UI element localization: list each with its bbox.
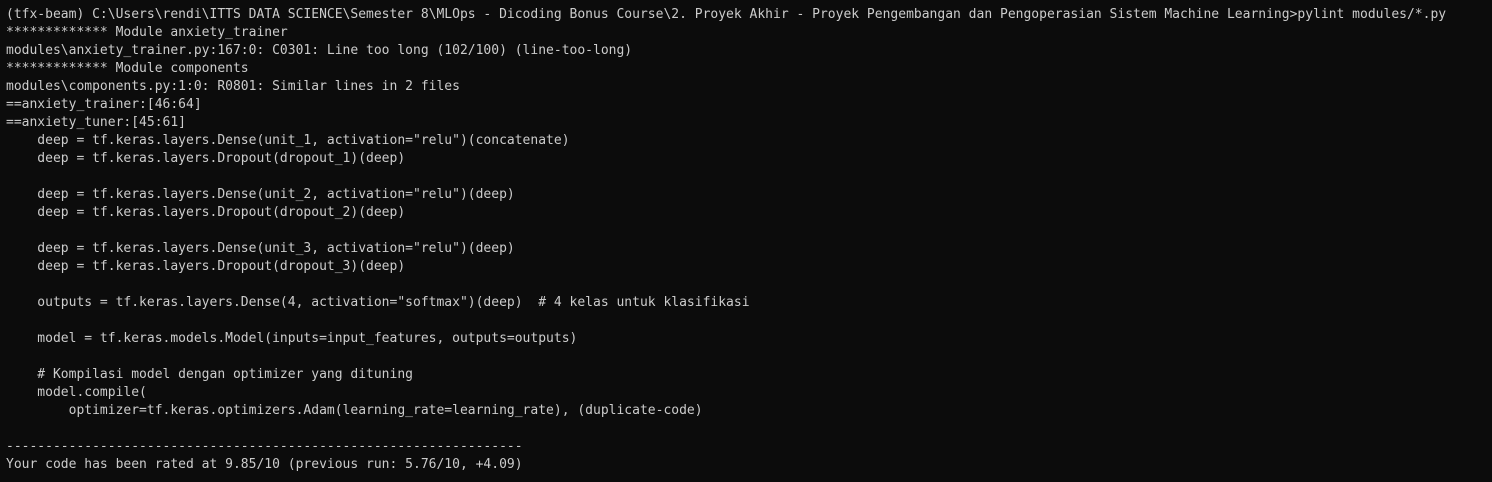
terminal-window[interactable]: (tfx-beam) C:\Users\rendi\ITTS DATA SCIE… (0, 0, 1492, 482)
separator-line: ----------------------------------------… (6, 439, 523, 454)
module-header-trainer: ************* Module anxiety_trainer (6, 25, 288, 40)
code-line: deep = tf.keras.layers.Dropout(dropout_3… (6, 259, 406, 274)
prompt-command-line: (tfx-beam) C:\Users\rendi\ITTS DATA SCIE… (6, 7, 1447, 22)
lint-message-line-too-long: modules\anxiety_trainer.py:167:0: C0301:… (6, 43, 633, 58)
code-line: deep = tf.keras.layers.Dense(unit_2, act… (6, 187, 515, 202)
code-line: deep = tf.keras.layers.Dense(unit_3, act… (6, 241, 515, 256)
code-line: deep = tf.keras.layers.Dropout(dropout_2… (6, 205, 406, 220)
lint-message-similar-lines: modules\components.py:1:0: R0801: Simila… (6, 79, 460, 94)
code-line: deep = tf.keras.layers.Dense(unit_1, act… (6, 133, 570, 148)
duplicate-ref-trainer: ==anxiety_trainer:[46:64] (6, 97, 202, 112)
code-comment-line: # Kompilasi model dengan optimizer yang … (6, 367, 413, 382)
code-line: deep = tf.keras.layers.Dropout(dropout_1… (6, 151, 406, 166)
code-line: model = tf.keras.models.Model(inputs=inp… (6, 331, 578, 346)
module-header-components: ************* Module components (6, 61, 249, 76)
code-line: model.compile( (6, 385, 147, 400)
rating-summary: Your code has been rated at 9.85/10 (pre… (6, 457, 523, 472)
code-line: optimizer=tf.keras.optimizers.Adam(learn… (6, 403, 703, 418)
duplicate-ref-tuner: ==anxiety_tuner:[45:61] (6, 115, 187, 130)
code-line: outputs = tf.keras.layers.Dense(4, activ… (6, 295, 750, 310)
